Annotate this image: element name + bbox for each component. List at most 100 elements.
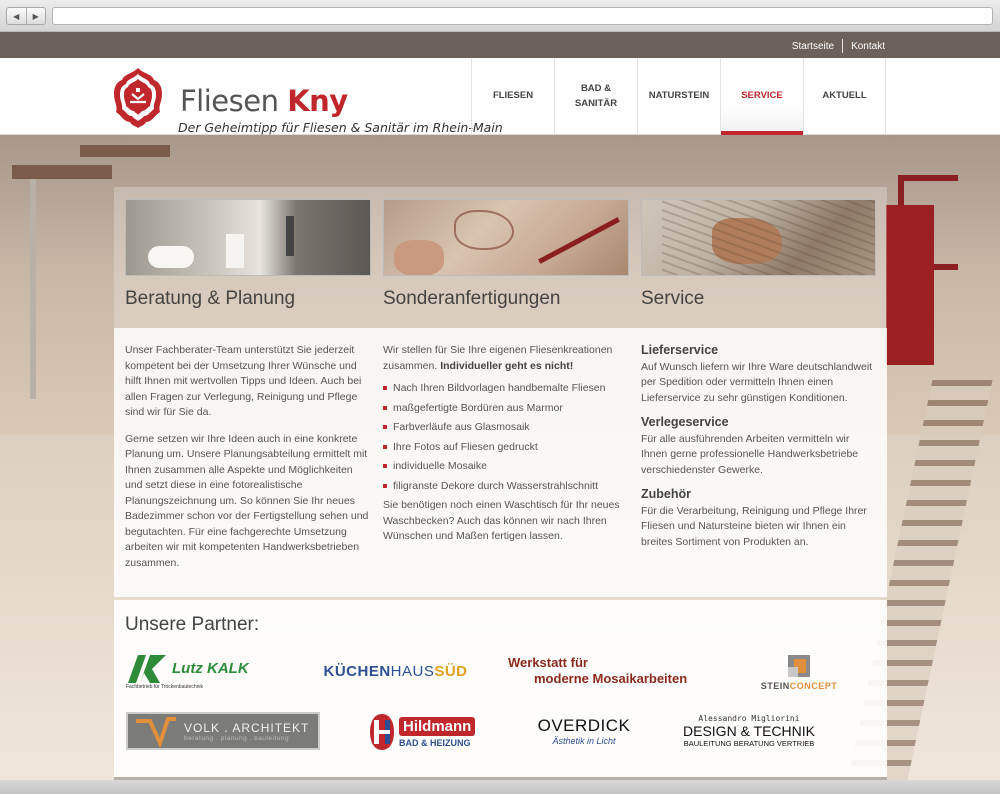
logo-name-part2: Kny xyxy=(287,84,348,118)
lutz-k-icon xyxy=(128,654,166,683)
partners-title: Unsere Partner: xyxy=(125,614,260,635)
nav-item-fliesen[interactable]: FLIESEN xyxy=(471,58,554,135)
list-item: maßgefertigte Bordüren aus Marmor xyxy=(383,401,629,417)
volk-icon xyxy=(136,717,176,747)
werkstatt-line1: Werkstatt für xyxy=(508,655,588,670)
nav-item-naturstein[interactable]: NATURSTEIN xyxy=(637,58,720,135)
intro-bold: Individueller geht es nicht! xyxy=(440,359,574,372)
nav-label: NATURSTEIN xyxy=(648,90,710,102)
list-item: Nach Ihren Bildvorlagen handbemalte Flie… xyxy=(383,381,629,397)
column-service: Service Lieferservice Auf Wunsch liefern… xyxy=(641,199,876,548)
nav-item-aktuell[interactable]: AKTUELL xyxy=(803,58,886,135)
hildmann-text: Hildmann BAD & HEIZUNG xyxy=(399,716,476,748)
nav-item-bad-sanitaer[interactable]: BAD & SANITÄR xyxy=(554,58,637,135)
partner-logo-lutz-kalk[interactable]: Lutz KALK Fachbetrieb für Trockenbautech… xyxy=(126,652,286,692)
logo-name-part1: Fliesen xyxy=(180,84,279,118)
partner-logo-kuechenhaus-sued[interactable]: KÜCHEN HAUS SÜD xyxy=(318,658,473,684)
nav-label-line1: BAD & xyxy=(580,83,612,95)
column-body: Unser Fachberater-Team unterstützt Sie j… xyxy=(125,343,371,571)
link-kontakt[interactable]: Kontakt xyxy=(851,41,885,52)
lutz-sub: Fachbetrieb für Trockenbautechnik xyxy=(126,683,203,690)
column-title: Service xyxy=(641,288,705,309)
column-body: Lieferservice Auf Wunsch liefern wir Ihr… xyxy=(641,343,876,550)
volk-name: VOLK . ARCHITEKT xyxy=(184,720,310,735)
nav-item-service[interactable]: SERVICE xyxy=(720,58,803,135)
top-bar: Startseite Kontakt xyxy=(0,32,1000,58)
bathroom-image[interactable] xyxy=(125,199,371,276)
list-item: individuelle Mosaike xyxy=(383,459,629,475)
column-title: Beratung & Planung xyxy=(125,288,296,309)
column-title: Sonderanfertigungen xyxy=(383,288,561,309)
section-heading: Lieferservice xyxy=(641,343,719,357)
partner-logo-werkstatt[interactable]: Werkstatt für moderne Mosaikarbeiten xyxy=(506,654,736,688)
service-section: Zubehör Für die Verarbeitung, Reinigung … xyxy=(641,487,876,550)
nav-label-line2: SANITÄR xyxy=(574,97,618,109)
section-heading: Verlegeservice xyxy=(641,415,729,429)
logo-title: Fliesen Kny xyxy=(180,84,348,118)
stool-leg xyxy=(30,179,36,399)
feature-list: Nach Ihren Bildvorlagen handbemalte Flie… xyxy=(383,381,629,494)
site-logo[interactable]: Fliesen Kny Der Geheimtipp für Fliesen &… xyxy=(112,64,503,135)
section-text: Auf Wunsch liefern wir Ihre Ware deutsch… xyxy=(641,360,873,404)
window-bottom-edge xyxy=(0,780,1000,794)
browser-toolbar: ◀ ▶ xyxy=(0,0,1000,32)
nav-label: BAD & SANITÄR xyxy=(575,82,617,111)
kuechenhaus-part1: KÜCHEN xyxy=(323,662,391,680)
service-section: Verlegeservice Für alle ausführenden Arb… xyxy=(641,415,876,478)
hildmann-sub: BAD & HEIZUNG xyxy=(399,737,471,748)
nav-label: AKTUELL xyxy=(822,90,867,102)
nav-label: SERVICE xyxy=(741,90,783,102)
address-bar[interactable] xyxy=(52,7,993,25)
overdick-name: OVERDICK xyxy=(537,716,631,735)
kuechenhaus-part2: HAUS xyxy=(390,662,435,680)
overdick-sub: Ästhetik in Licht xyxy=(552,736,616,746)
content-panel: Beratung & Planung Unser Fachberater-Tea… xyxy=(114,187,887,597)
bar-stool xyxy=(80,145,170,157)
migliorini-sub: BAULEITUNG BERATUNG VERTRIEB xyxy=(683,739,815,748)
intro-text: Wir stellen für Sie Ihre eigenen Fliesen… xyxy=(383,343,629,374)
main-navigation: FLIESEN BAD & SANITÄR NATURSTEIN SERVICE … xyxy=(471,58,886,135)
nav-label: FLIESEN xyxy=(492,90,534,102)
werkstatt-line2: moderne Mosaikarbeiten xyxy=(534,671,688,686)
hildmann-h-icon xyxy=(370,714,394,750)
paragraph: Unser Fachberater-Team unterstützt Sie j… xyxy=(125,344,362,418)
top-links: Startseite Kontakt xyxy=(792,39,885,53)
forward-arrow-icon[interactable]: ▶ xyxy=(25,8,46,24)
back-arrow-icon[interactable]: ◀ xyxy=(7,8,26,24)
steinconcept-part1: STEIN xyxy=(760,681,790,691)
list-item: Farbverläufe aus Glasmosaik xyxy=(383,420,629,436)
migliorini-top: Alessandro Migliorini xyxy=(698,714,800,723)
partner-logo-volk-architekt[interactable]: VOLK . ARCHITEKT beratung . planung . ba… xyxy=(126,712,320,750)
section-text: Für die Verarbeitung, Reinigung und Pfle… xyxy=(641,504,867,548)
service-section: Lieferservice Auf Wunsch liefern wir Ihr… xyxy=(641,343,876,406)
partner-logo-migliorini[interactable]: Alessandro Migliorini DESIGN & TECHNIK B… xyxy=(674,712,824,750)
volk-text: VOLK . ARCHITEKT beratung . planung . ba… xyxy=(184,721,309,742)
bar-stool xyxy=(12,165,112,179)
lutz-name: Lutz KALK xyxy=(172,660,249,677)
logo-emblem-icon xyxy=(114,68,162,128)
list-item: filigranste Dekore durch Wasserstrahlsch… xyxy=(383,479,629,495)
tiling-hand-image[interactable] xyxy=(641,199,876,276)
section-text: Für alle ausführenden Arbeiten vermittel… xyxy=(641,432,859,476)
partner-logo-steinconcept[interactable]: STEINCONCEPT xyxy=(754,650,844,694)
volk-sub: beratung . planung . bauleitung xyxy=(184,734,290,742)
steinconcept-part2: CONCEPT xyxy=(789,681,838,691)
partner-logo-hildmann[interactable]: Hildmann BAD & HEIZUNG xyxy=(368,710,490,754)
partners-section: Unsere Partner: Lutz KALK Fachbetrieb fü… xyxy=(114,600,887,777)
partner-logo-overdick[interactable]: OVERDICK Ästhetik in Licht xyxy=(534,714,634,748)
logo-tagline: Der Geheimtipp für Fliesen & Sanitär im … xyxy=(178,120,503,135)
site-header: Fliesen Kny Der Geheimtipp für Fliesen &… xyxy=(0,58,1000,135)
browser-nav-buttons: ◀ ▶ xyxy=(6,7,46,25)
painting-hand-image[interactable] xyxy=(383,199,629,276)
section-heading: Zubehör xyxy=(641,487,691,501)
lutz-logo-row: Lutz KALK xyxy=(126,654,249,683)
migliorini-name: DESIGN & TECHNIK xyxy=(683,723,815,739)
list-item: Ihre Fotos auf Fliesen gedruckt xyxy=(383,440,629,456)
column-sonderanfertigungen: Sonderanfertigungen Wir stellen für Sie … xyxy=(383,199,629,542)
kuechenhaus-part3: SÜD xyxy=(434,662,468,680)
column-beratung: Beratung & Planung Unser Fachberater-Tea… xyxy=(125,199,371,569)
column-body: Wir stellen für Sie Ihre eigenen Fliesen… xyxy=(383,343,629,545)
divider xyxy=(842,39,844,53)
hildmann-name: Hildmann xyxy=(399,716,476,736)
link-startseite[interactable]: Startseite xyxy=(792,41,834,52)
